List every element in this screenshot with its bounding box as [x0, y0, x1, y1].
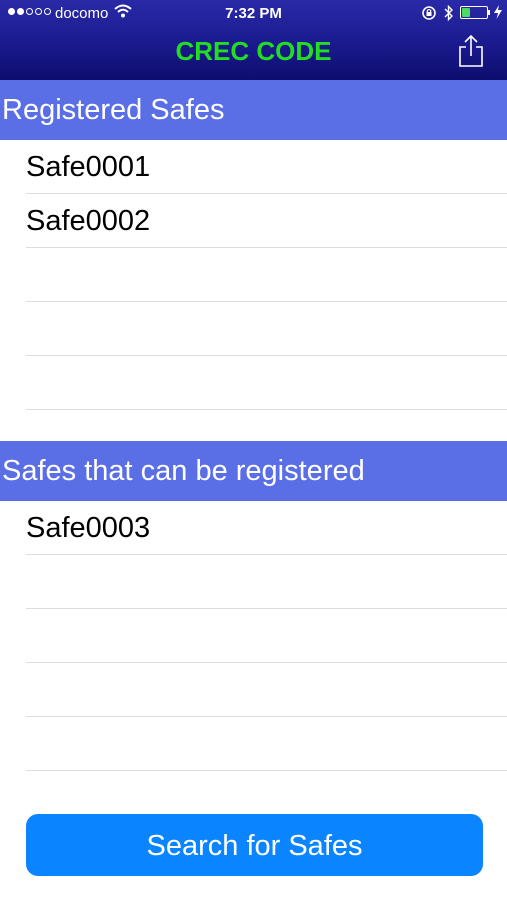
available-safe-row[interactable]: Safe0003: [0, 501, 507, 555]
registered-safe-row[interactable]: Safe0002: [0, 194, 507, 248]
battery-level-fill: [462, 8, 470, 17]
available-safe-row[interactable]: [0, 609, 507, 663]
row-separator: [26, 409, 507, 410]
orientation-lock-icon: [421, 5, 437, 25]
app-title: CREC CODE: [175, 36, 332, 66]
registered-safes-header: Registered Safes: [0, 80, 507, 140]
registered-safe-row[interactable]: [0, 356, 507, 410]
status-bar: docomo 7:32 PM: [0, 0, 507, 28]
share-icon[interactable]: [457, 34, 485, 73]
row-separator: [26, 770, 507, 771]
available-safe-row[interactable]: [0, 717, 507, 771]
registered-safe-row[interactable]: [0, 302, 507, 356]
registered-safe-row[interactable]: [0, 248, 507, 302]
available-safe-row[interactable]: [0, 663, 507, 717]
available-safes-header: Safes that can be registered: [0, 441, 507, 501]
battery-icon: [460, 6, 488, 19]
top-bar: docomo 7:32 PM CREC CODE: [0, 0, 507, 80]
battery-tip: [488, 10, 490, 15]
bluetooth-icon: [444, 4, 454, 26]
charging-icon: [493, 4, 503, 24]
registered-safe-row[interactable]: Safe0001: [0, 140, 507, 194]
available-safe-row[interactable]: [0, 555, 507, 609]
search-for-safes-button[interactable]: Search for Safes: [26, 814, 483, 876]
